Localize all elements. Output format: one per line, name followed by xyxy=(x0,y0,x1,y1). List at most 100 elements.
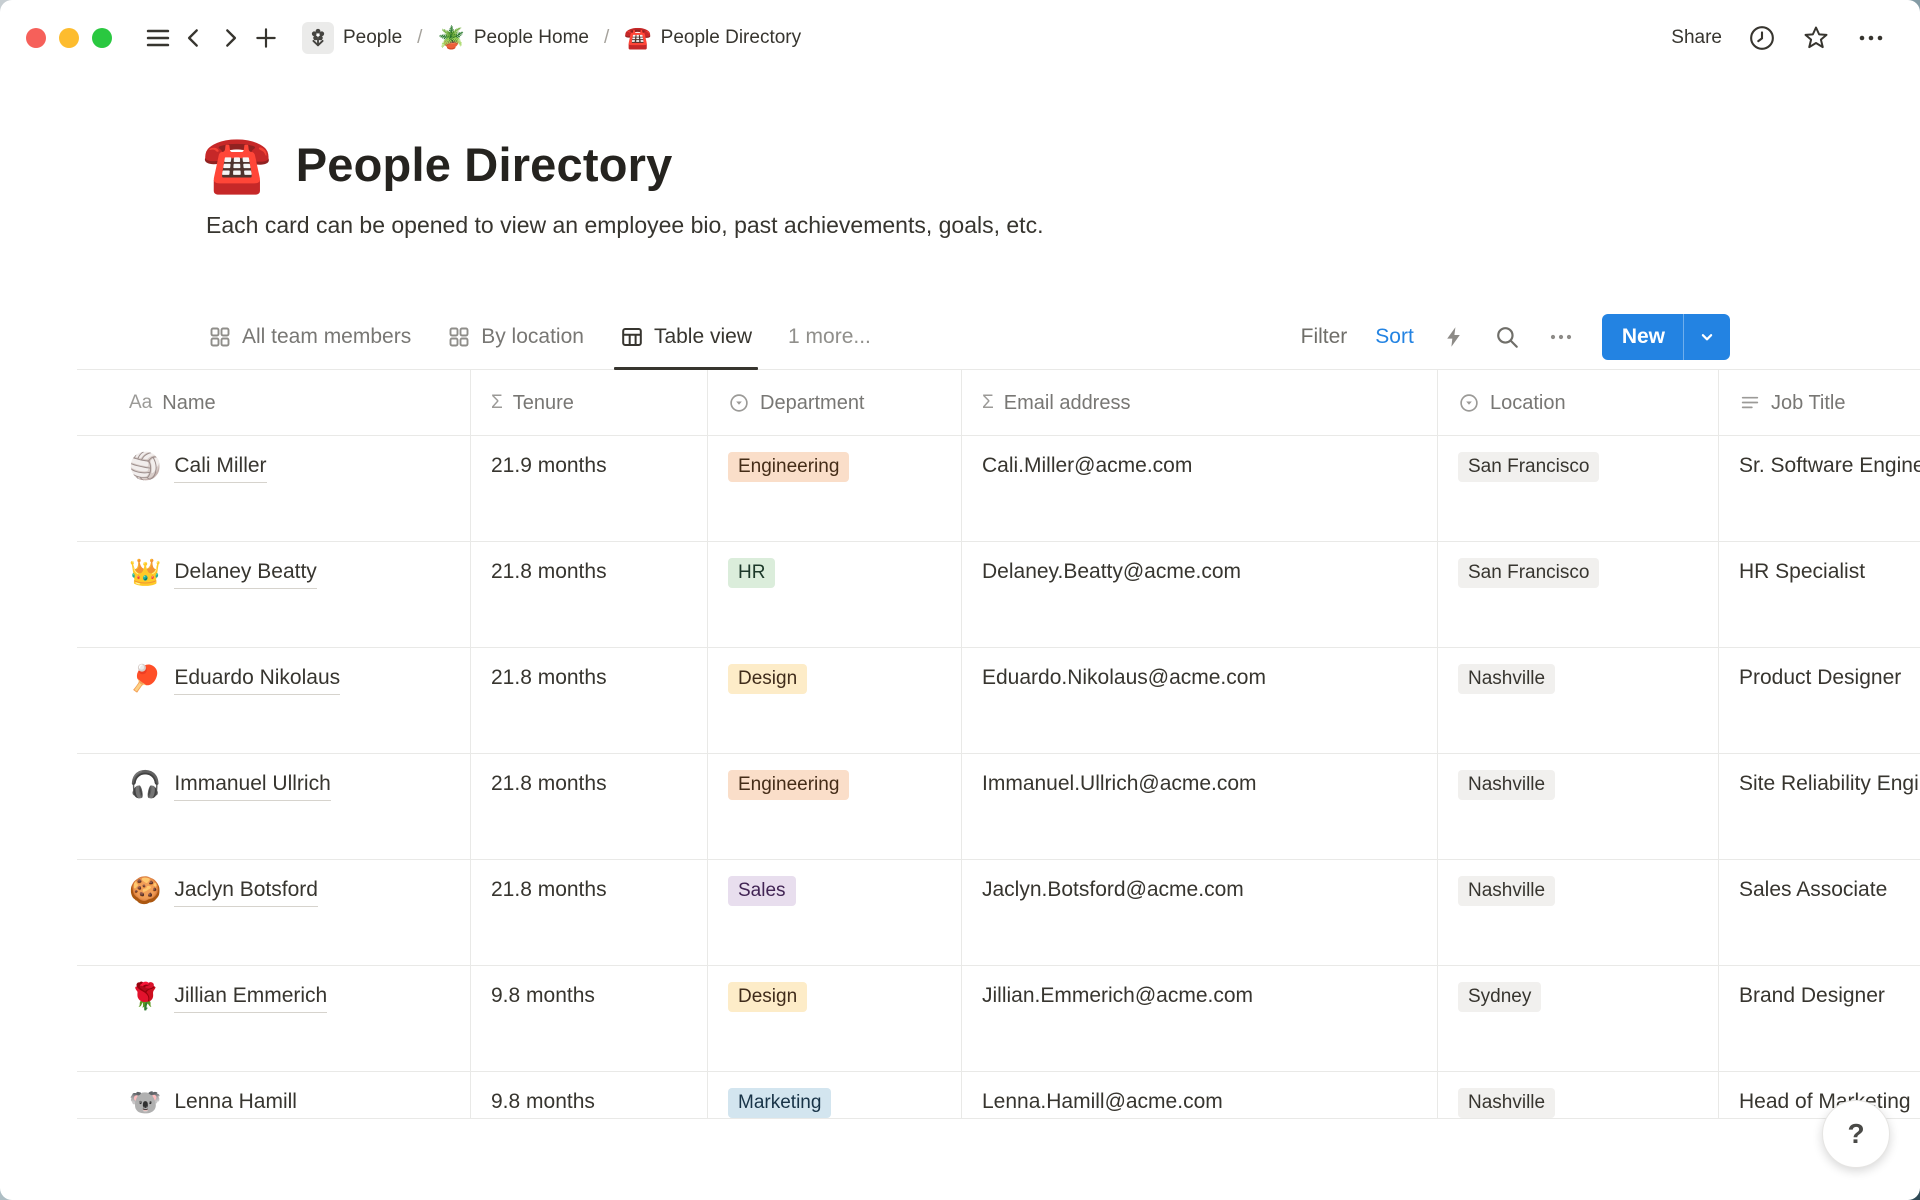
location-cell[interactable]: Nashville xyxy=(1438,648,1719,753)
breadcrumb-people-directory[interactable]: ☎️ People Directory xyxy=(620,24,805,52)
location-cell[interactable]: Nashville xyxy=(1438,1072,1719,1119)
job-title-cell[interactable]: Sr. Software Engineer xyxy=(1719,436,1920,541)
name-cell[interactable]: 🐨 Lenna Hamill xyxy=(77,1072,471,1119)
breadcrumb-people[interactable]: People xyxy=(298,19,406,57)
forward-icon[interactable] xyxy=(212,20,248,56)
tab-table-view[interactable]: Table view xyxy=(620,305,752,369)
department-cell[interactable]: Engineering xyxy=(708,754,962,859)
location-cell[interactable]: San Francisco xyxy=(1438,436,1719,541)
department-tag[interactable]: HR xyxy=(728,558,775,588)
view-options-icon[interactable] xyxy=(1548,325,1574,349)
history-clock-icon[interactable] xyxy=(1748,24,1776,52)
more-options-icon[interactable] xyxy=(1856,24,1886,52)
job-title-cell[interactable]: Product Designer xyxy=(1719,648,1920,753)
location-cell[interactable]: Sydney xyxy=(1438,966,1719,1071)
person-name-link[interactable]: Eduardo Nikolaus xyxy=(174,663,340,695)
department-tag[interactable]: Marketing xyxy=(728,1088,831,1118)
department-cell[interactable]: Sales xyxy=(708,860,962,965)
person-name-link[interactable]: Cali Miller xyxy=(174,451,266,483)
column-header-location[interactable]: Location xyxy=(1438,370,1719,435)
page-description[interactable]: Each card can be opened to view an emplo… xyxy=(206,212,1920,239)
department-cell[interactable]: Design xyxy=(708,648,962,753)
close-button[interactable] xyxy=(26,28,46,48)
name-cell[interactable]: 🎧 Immanuel Ullrich xyxy=(77,754,471,859)
person-name-link[interactable]: Jaclyn Botsford xyxy=(174,875,318,907)
location-tag[interactable]: San Francisco xyxy=(1458,558,1599,588)
tenure-cell[interactable]: 21.8 months xyxy=(471,542,708,647)
sidebar-menu-icon[interactable] xyxy=(140,20,176,56)
person-name-link[interactable]: Jillian Emmerich xyxy=(174,981,327,1013)
new-page-icon[interactable] xyxy=(248,20,284,56)
page-telephone-icon[interactable]: ☎️ xyxy=(202,136,272,192)
automation-bolt-icon[interactable] xyxy=(1442,324,1466,350)
column-header-department[interactable]: Department xyxy=(708,370,962,435)
column-header-email[interactable]: Σ Email address xyxy=(962,370,1438,435)
search-icon[interactable] xyxy=(1494,324,1520,350)
tenure-cell[interactable]: 21.9 months xyxy=(471,436,708,541)
column-header-name[interactable]: Aa Name xyxy=(77,370,471,435)
more-views-button[interactable]: 1 more... xyxy=(788,305,871,369)
name-cell[interactable]: 🏐 Cali Miller xyxy=(77,436,471,541)
page-title[interactable]: People Directory xyxy=(296,137,673,192)
email-cell[interactable]: Delaney.Beatty@acme.com xyxy=(962,542,1438,647)
email-cell[interactable]: Eduardo.Nikolaus@acme.com xyxy=(962,648,1438,753)
department-tag[interactable]: Engineering xyxy=(728,770,849,800)
department-tag[interactable]: Design xyxy=(728,664,807,694)
location-tag[interactable]: Nashville xyxy=(1458,876,1555,906)
breadcrumb-people-home[interactable]: 🪴 People Home xyxy=(433,24,593,52)
department-cell[interactable]: Engineering xyxy=(708,436,962,541)
new-dropdown-button[interactable] xyxy=(1683,314,1730,360)
breadcrumb-people-directory-label: People Directory xyxy=(661,27,801,49)
job-title-cell[interactable]: Site Reliability Engineer xyxy=(1719,754,1920,859)
filter-button[interactable]: Filter xyxy=(1301,325,1348,349)
location-cell[interactable]: Nashville xyxy=(1438,860,1719,965)
new-button[interactable]: New xyxy=(1602,314,1683,360)
location-tag[interactable]: San Francisco xyxy=(1458,452,1599,482)
department-cell[interactable]: Design xyxy=(708,966,962,1071)
back-icon[interactable] xyxy=(176,20,212,56)
tab-all-team-members[interactable]: All team members xyxy=(208,305,411,369)
department-tag[interactable]: Engineering xyxy=(728,452,849,482)
email-cell[interactable]: Cali.Miller@acme.com xyxy=(962,436,1438,541)
tenure-cell[interactable]: 9.8 months xyxy=(471,966,708,1071)
help-button[interactable]: ? xyxy=(1822,1100,1890,1168)
share-button[interactable]: Share xyxy=(1671,27,1722,49)
job-title-cell[interactable]: Sales Associate xyxy=(1719,860,1920,965)
tenure-cell[interactable]: 21.8 months xyxy=(471,754,708,859)
location-tag[interactable]: Nashville xyxy=(1458,770,1555,800)
tenure-cell[interactable]: 9.8 months xyxy=(471,1072,708,1119)
column-header-tenure[interactable]: Σ Tenure xyxy=(471,370,708,435)
name-cell[interactable]: 🌹 Jillian Emmerich xyxy=(77,966,471,1071)
email-cell[interactable]: Lenna.Hamill@acme.com xyxy=(962,1072,1438,1119)
location-cell[interactable]: Nashville xyxy=(1438,754,1719,859)
tenure-cell[interactable]: 21.8 months xyxy=(471,648,708,753)
minimize-button[interactable] xyxy=(59,28,79,48)
tab-by-location[interactable]: By location xyxy=(447,305,584,369)
department-cell[interactable]: HR xyxy=(708,542,962,647)
favorite-star-icon[interactable] xyxy=(1802,24,1830,52)
location-tag[interactable]: Sydney xyxy=(1458,982,1541,1012)
location-tag[interactable]: Nashville xyxy=(1458,1088,1555,1118)
name-cell[interactable]: 👑 Delaney Beatty xyxy=(77,542,471,647)
name-cell[interactable]: 🏓 Eduardo Nikolaus xyxy=(77,648,471,753)
zoom-button[interactable] xyxy=(92,28,112,48)
name-cell[interactable]: 🍪 Jaclyn Botsford xyxy=(77,860,471,965)
department-cell[interactable]: Marketing xyxy=(708,1072,962,1119)
sort-button[interactable]: Sort xyxy=(1375,325,1414,349)
person-name-link[interactable]: Lenna Hamill xyxy=(174,1087,297,1119)
person-name-link[interactable]: Delaney Beatty xyxy=(174,557,316,589)
tenure-cell[interactable]: 21.8 months xyxy=(471,860,708,965)
department-tag[interactable]: Sales xyxy=(728,876,796,906)
location-cell[interactable]: San Francisco xyxy=(1438,542,1719,647)
traffic-lights xyxy=(26,28,112,48)
job-title-cell[interactable]: HR Specialist xyxy=(1719,542,1920,647)
email-cell[interactable]: Jillian.Emmerich@acme.com xyxy=(962,966,1438,1071)
department-tag[interactable]: Design xyxy=(728,982,807,1012)
column-header-job-title[interactable]: Job Title xyxy=(1719,370,1920,435)
job-title-cell[interactable]: Head of Marketing xyxy=(1719,1072,1920,1119)
person-name-link[interactable]: Immanuel Ullrich xyxy=(174,769,330,801)
email-cell[interactable]: Immanuel.Ullrich@acme.com xyxy=(962,754,1438,859)
job-title-cell[interactable]: Brand Designer xyxy=(1719,966,1920,1071)
location-tag[interactable]: Nashville xyxy=(1458,664,1555,694)
email-cell[interactable]: Jaclyn.Botsford@acme.com xyxy=(962,860,1438,965)
